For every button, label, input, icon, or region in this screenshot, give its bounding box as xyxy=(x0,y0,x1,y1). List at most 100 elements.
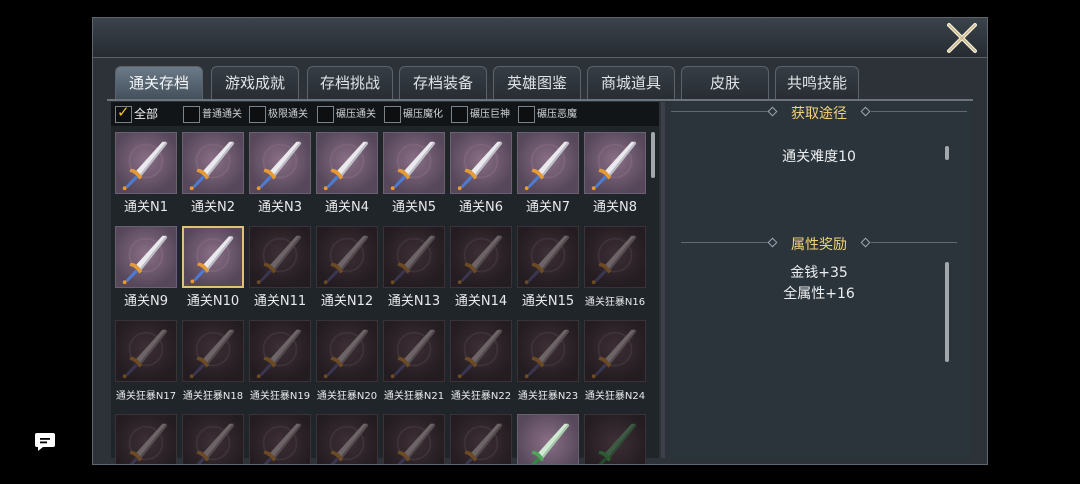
tab-1[interactable]: 游戏成就 xyxy=(211,66,299,99)
title-line xyxy=(871,111,967,112)
sword-icon xyxy=(249,132,311,194)
filter-label: 极限通关 xyxy=(268,109,308,120)
tab-2[interactable]: 存档挑战 xyxy=(307,66,393,99)
source-title: 获取途径 xyxy=(791,106,847,122)
sword-icon xyxy=(249,414,311,464)
sword-icon xyxy=(316,132,378,194)
detail-panel: 获取途径 通关难度10 属性奖励 金钱+35 全属性+16 xyxy=(667,102,971,458)
tab-underline xyxy=(107,99,973,101)
filter-checkbox[interactable] xyxy=(115,104,132,123)
item-label: 通关N3 xyxy=(258,200,302,215)
filter-checkbox[interactable] xyxy=(518,106,535,123)
sword-icon xyxy=(316,414,378,464)
grid-scrollbar[interactable] xyxy=(651,132,655,178)
sword-icon xyxy=(584,226,646,288)
item-label: 通关N11 xyxy=(253,294,307,309)
source-scrollbar[interactable] xyxy=(945,146,949,160)
sword-icon xyxy=(115,414,177,464)
item-label: 通关狂暴N17 xyxy=(115,391,177,402)
item-label: 通关狂暴N23 xyxy=(517,391,579,402)
reward-title: 属性奖励 xyxy=(791,237,847,253)
item-label: 通关N10 xyxy=(186,294,240,309)
sword-icon xyxy=(517,414,579,464)
tab-6[interactable]: 皮肤 xyxy=(681,66,769,99)
item-label: 通关N12 xyxy=(320,294,374,309)
tab-5[interactable]: 商城道具 xyxy=(587,66,675,99)
sword-icon xyxy=(115,226,177,288)
item-label: 通关N5 xyxy=(392,200,436,215)
item-label: 通关N8 xyxy=(593,200,637,215)
tab-7[interactable]: 共鸣技能 xyxy=(775,66,859,99)
title-line xyxy=(871,242,957,243)
sword-icon xyxy=(249,320,311,382)
reward-scrollbar[interactable] xyxy=(945,262,949,362)
item-label: 通关狂暴N24 xyxy=(584,391,646,402)
item-label: 通关狂暴N18 xyxy=(182,391,244,402)
close-x-icon[interactable] xyxy=(945,21,979,55)
sword-icon xyxy=(584,414,646,464)
tab-4[interactable]: 英雄图鉴 xyxy=(493,66,581,99)
sword-icon xyxy=(115,132,177,194)
sword-icon xyxy=(584,320,646,382)
sword-icon xyxy=(517,132,579,194)
sword-icon xyxy=(517,226,579,288)
sword-icon xyxy=(450,226,512,288)
filter-label: 全部 xyxy=(134,107,159,121)
filter-checkbox[interactable] xyxy=(183,106,200,123)
sword-icon xyxy=(182,132,244,194)
tab-3[interactable]: 存档装备 xyxy=(399,66,487,99)
item-label: 通关狂暴N21 xyxy=(383,391,445,402)
filter-checkbox[interactable] xyxy=(451,106,468,123)
window-header xyxy=(93,18,987,58)
filter-bar: 全部 普通通关 极限通关 碾压通关 碾压魔化 碾压巨神 碾压恶魔 xyxy=(111,102,659,126)
sword-icon xyxy=(182,226,244,288)
sword-icon xyxy=(383,320,445,382)
item-label: 通关N13 xyxy=(387,294,441,309)
item-label: 通关N14 xyxy=(454,294,508,309)
item-label: 通关狂暴N19 xyxy=(249,391,311,402)
item-label: 通关N2 xyxy=(191,200,235,215)
filter-label: 碾压恶魔 xyxy=(537,109,577,120)
filter-label: 碾压魔化 xyxy=(403,109,443,120)
item-label: 通关狂暴N22 xyxy=(450,391,512,402)
chat-bubble-icon[interactable] xyxy=(34,432,56,452)
filter-label: 普通通关 xyxy=(202,109,242,120)
item-label: 通关N6 xyxy=(459,200,503,215)
sword-icon xyxy=(450,320,512,382)
filter-6[interactable]: 碾压恶魔 xyxy=(518,106,586,123)
filter-4[interactable]: 碾压魔化 xyxy=(384,106,452,123)
sword-icon xyxy=(249,226,311,288)
filter-3[interactable]: 碾压通关 xyxy=(317,106,385,123)
filter-label: 碾压通关 xyxy=(336,109,376,120)
filter-5[interactable]: 碾压巨神 xyxy=(451,106,519,123)
filter-label: 碾压巨神 xyxy=(470,109,510,120)
item-label: 通关N1 xyxy=(124,200,168,215)
item-label: 通关狂暴N20 xyxy=(316,391,378,402)
item-label: 通关N15 xyxy=(521,294,575,309)
sword-icon xyxy=(450,132,512,194)
reward-line: 金钱+35 xyxy=(790,265,848,281)
filter-1[interactable]: 普通通关 xyxy=(183,106,251,123)
sword-icon xyxy=(517,320,579,382)
filter-0[interactable]: 全部 xyxy=(115,104,183,123)
sword-icon xyxy=(383,226,445,288)
filter-checkbox[interactable] xyxy=(317,106,334,123)
sword-icon xyxy=(182,320,244,382)
sword-icon xyxy=(383,132,445,194)
sword-icon xyxy=(383,414,445,464)
sword-icon xyxy=(584,132,646,194)
item-grid-panel: 全部 普通通关 极限通关 碾压通关 碾压魔化 碾压巨神 碾压恶魔 通关N1 通关N2 通关N3 通… xyxy=(111,102,659,464)
filter-2[interactable]: 极限通关 xyxy=(249,106,317,123)
source-text: 通关难度10 xyxy=(782,149,856,165)
sword-icon xyxy=(115,320,177,382)
filter-checkbox[interactable] xyxy=(249,106,266,123)
tab-0[interactable]: 通关存档 xyxy=(115,66,203,99)
sword-icon xyxy=(316,320,378,382)
item-label: 通关狂暴N16 xyxy=(584,297,646,308)
panel-divider xyxy=(661,102,665,458)
sword-icon xyxy=(316,226,378,288)
sword-icon xyxy=(182,414,244,464)
item-label: 通关N9 xyxy=(124,294,168,309)
sword-icon xyxy=(450,414,512,464)
filter-checkbox[interactable] xyxy=(384,106,401,123)
